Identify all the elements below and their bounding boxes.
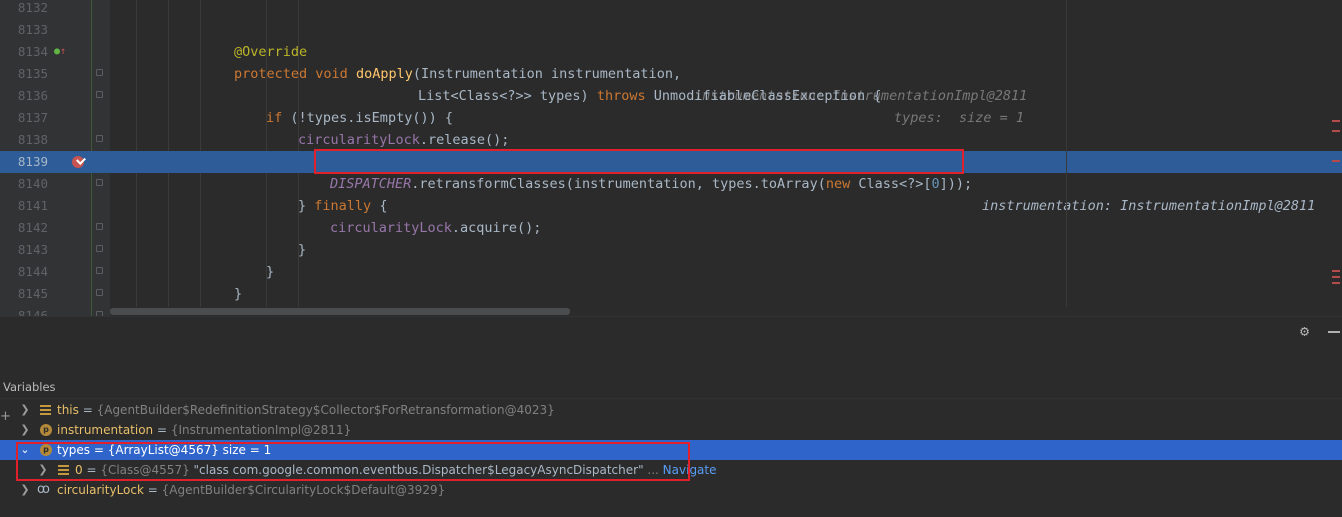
code-line[interactable]: try { [110,129,1342,170]
override-method-icon[interactable]: ↑ [54,47,66,57]
chevron-right-icon[interactable]: ❯ [20,480,30,500]
error-stripe-mark[interactable] [1332,276,1340,278]
variable-value: {InstrumentationImpl@2811} [170,423,352,437]
gutter-line: 8133 [0,19,110,41]
fold-marker-icon[interactable] [96,135,103,142]
divider [0,398,1342,399]
variable-row-this[interactable]: ❯ this = {AgentBuilder$RedefinitionStrat… [0,400,1342,420]
error-stripe-mark[interactable] [1332,160,1340,162]
chevron-right-icon[interactable]: ❯ [20,400,30,420]
fold-marker-icon[interactable] [96,267,103,274]
line-number: 8142 [17,220,48,235]
line-number: 8141 [17,198,48,213]
variable-name: instrumentation [57,423,154,437]
minimize-icon[interactable] [1328,331,1340,333]
line-number: 8135 [17,66,48,81]
code-line[interactable]: if (!types.isEmpty()) { [110,85,1342,126]
fold-marker-icon[interactable] [96,223,103,230]
gutter-line: 8142 [0,217,110,239]
code-line[interactable]: } [110,261,1342,302]
horizontal-scrollbar-thumb[interactable] [110,308,570,315]
line-number: 8137 [17,110,48,125]
equals-sign: = [143,483,162,497]
line-number: 8146 [17,308,48,316]
code-line[interactable]: } finally { [110,173,1342,214]
line-number: 8133 [17,22,48,37]
gutter-line: 8134 ↑ [0,41,110,63]
line-number: 8139 [17,154,48,169]
gutter-line: 8135 [0,63,110,85]
variable-row-circularity-lock[interactable]: ❯ oo circularityLock = {AgentBuilder$Cir… [0,480,1342,500]
code-line[interactable]: } [110,283,1342,316]
gutter-line: 8137 [0,107,110,129]
variable-value: {AgentBuilder$CircularityLock$Default@39… [161,483,446,497]
highlight-annotation-box [314,149,964,174]
line-number: 8145 [17,286,48,301]
field-icon [40,405,51,415]
code-line[interactable]: @Override [110,19,1342,60]
code-line[interactable]: } [110,239,1342,280]
variable-name: circularityLock [57,483,144,497]
fold-marker-icon[interactable] [96,179,103,186]
error-stripe-mark[interactable] [1332,130,1340,132]
error-stripe-mark[interactable] [1332,120,1340,122]
code-editor[interactable]: 8132 8133 8134 ↑ 8135 8136 8137 8138 813… [0,0,1342,316]
gutter-line: 8140 [0,173,110,195]
code-line[interactable]: circularityLock.release(); [110,107,1342,148]
line-number: 8143 [17,242,48,257]
chevron-right-icon[interactable]: ❯ [20,420,30,440]
variable-name: this [57,403,79,417]
fold-marker-icon[interactable] [96,289,103,296]
line-number: 8136 [17,88,48,103]
gutter-line: 8141 [0,195,110,217]
error-stripe-mark[interactable] [1332,270,1340,272]
gutter-line: 8146 [0,305,110,316]
line-number: 8138 [17,132,48,147]
variable-row-instrumentation[interactable]: ❯ p instrumentation = {InstrumentationIm… [0,420,1342,440]
line-number: 8144 [17,264,48,279]
debug-toolbar [0,317,1342,375]
code-line[interactable]: List<Class<?>> types) throws Unmodifiabl… [110,63,1342,126]
error-stripe-mark[interactable] [1332,282,1340,284]
highlight-annotation-box [16,442,690,481]
variable-value: {AgentBuilder$RedefinitionStrategy$Colle… [96,403,555,417]
right-margin-guide [1066,0,1067,316]
line-number: 8132 [17,0,48,15]
variables-title: Variables [0,376,1342,398]
gutter-line-current: 8139 [0,151,110,173]
watch-glasses-icon: oo [37,482,50,497]
equals-sign: = [153,423,171,437]
line-number: 8140 [17,176,48,191]
gear-icon[interactable]: ⚙ [1300,322,1309,340]
code-line[interactable]: protected void doApply(Instrumentation i… [110,41,1342,104]
code-line[interactable]: } [110,217,1342,258]
equals-sign: = [78,403,97,417]
gutter-line: 8132 [0,0,110,19]
breakpoint-icon[interactable] [72,156,84,168]
gutter-line: 8136 [0,85,110,107]
gutter-line: 8138 [0,129,110,151]
parameter-icon: p [40,424,52,436]
gutter-line: 8144 [0,261,110,283]
line-number: 8134 [17,44,48,59]
fold-marker-icon[interactable] [96,69,103,76]
fold-marker-icon[interactable] [96,245,103,252]
fold-marker-icon[interactable] [96,91,103,98]
editor-gutter[interactable]: 8132 8133 8134 ↑ 8135 8136 8137 8138 813… [0,0,110,316]
gutter-line: 8143 [0,239,110,261]
gutter-line: 8145 [0,283,110,305]
code-line[interactable]: circularityLock.acquire(); [110,195,1342,236]
